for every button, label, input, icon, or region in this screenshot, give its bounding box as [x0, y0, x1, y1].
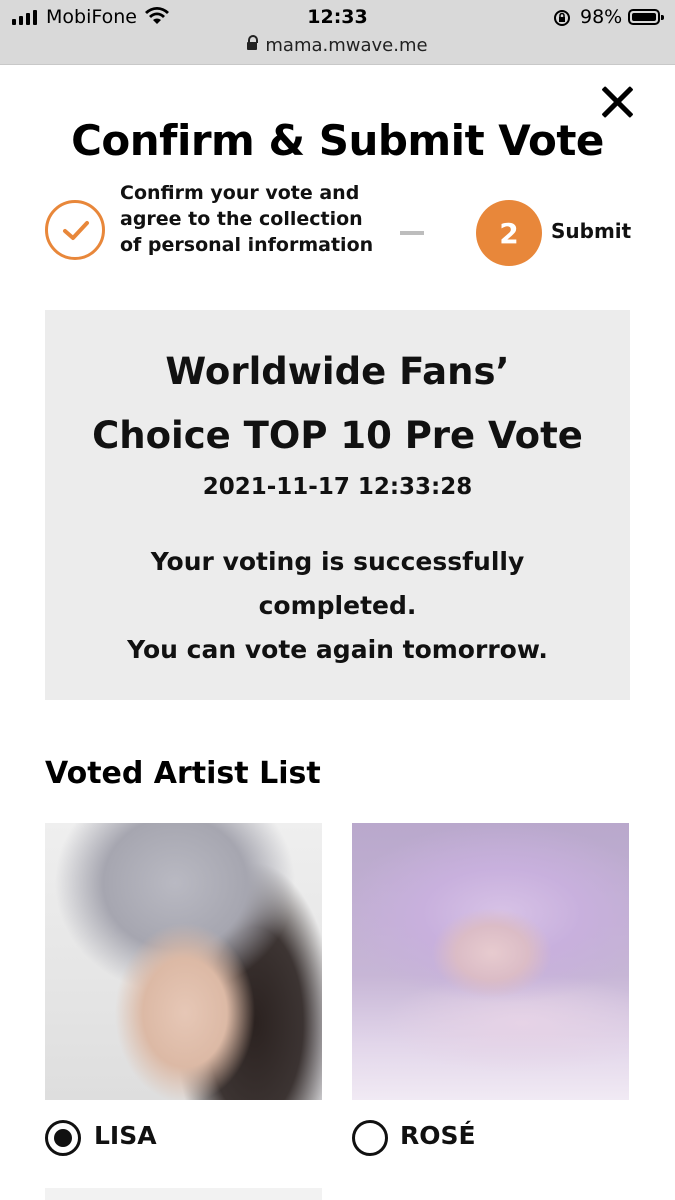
- vote-message-line3: You can vote again tomorrow.: [127, 635, 548, 664]
- vote-result-panel: Worldwide Fans’ Choice TOP 10 Pre Vote 2…: [45, 310, 630, 700]
- artist-photo-rose[interactable]: [352, 823, 629, 1100]
- artist-image: [352, 823, 629, 1100]
- step-divider: [400, 231, 424, 235]
- artist-image: [45, 823, 322, 1100]
- vote-message: Your voting is successfully completed. Y…: [45, 540, 630, 672]
- checkmark-icon: [63, 221, 89, 240]
- radio-selected-dot: [54, 1129, 72, 1147]
- address-bar[interactable]: mama.mwave.me: [0, 35, 675, 56]
- artist-name-rose: ROSÉ: [400, 1121, 476, 1150]
- step-1-label: Confirm your vote and agree to the colle…: [120, 182, 374, 256]
- url-text: mama.mwave.me: [265, 35, 428, 56]
- next-artist-card: [45, 1188, 322, 1200]
- artist-photo-lisa[interactable]: [45, 823, 322, 1100]
- vote-message-line1: Your voting is successfully: [150, 547, 525, 576]
- rotation-lock-icon: [554, 10, 570, 26]
- vote-title-line2: Choice TOP 10 Pre Vote: [92, 414, 583, 457]
- lock-icon: [247, 35, 259, 50]
- clock: 12:33: [307, 6, 368, 28]
- voted-artist-list-heading: Voted Artist List: [45, 756, 321, 791]
- battery-percent: 98%: [580, 6, 623, 28]
- vote-datetime: 2021-11-17 12:33:28: [202, 474, 473, 500]
- close-button[interactable]: [600, 84, 634, 118]
- page-title: Confirm & Submit Vote: [71, 116, 604, 165]
- step-2-label: Submit: [551, 219, 632, 243]
- artist-name-lisa: LISA: [94, 1121, 157, 1150]
- vote-title: Worldwide Fans’ Choice TOP 10 Pre Vote: [45, 340, 630, 468]
- vote-message-line2: completed.: [258, 591, 417, 620]
- vote-title-line1: Worldwide Fans’: [165, 350, 510, 393]
- battery-icon: [628, 9, 664, 25]
- artist-radio-rose[interactable]: [352, 1120, 388, 1156]
- artist-radio-lisa[interactable]: [45, 1120, 81, 1156]
- step-2-indicator: 2: [476, 200, 542, 266]
- step-1-done-indicator: [45, 200, 105, 260]
- status-bar: MobiFone 12:33 98% mama.mwave.me: [0, 0, 675, 65]
